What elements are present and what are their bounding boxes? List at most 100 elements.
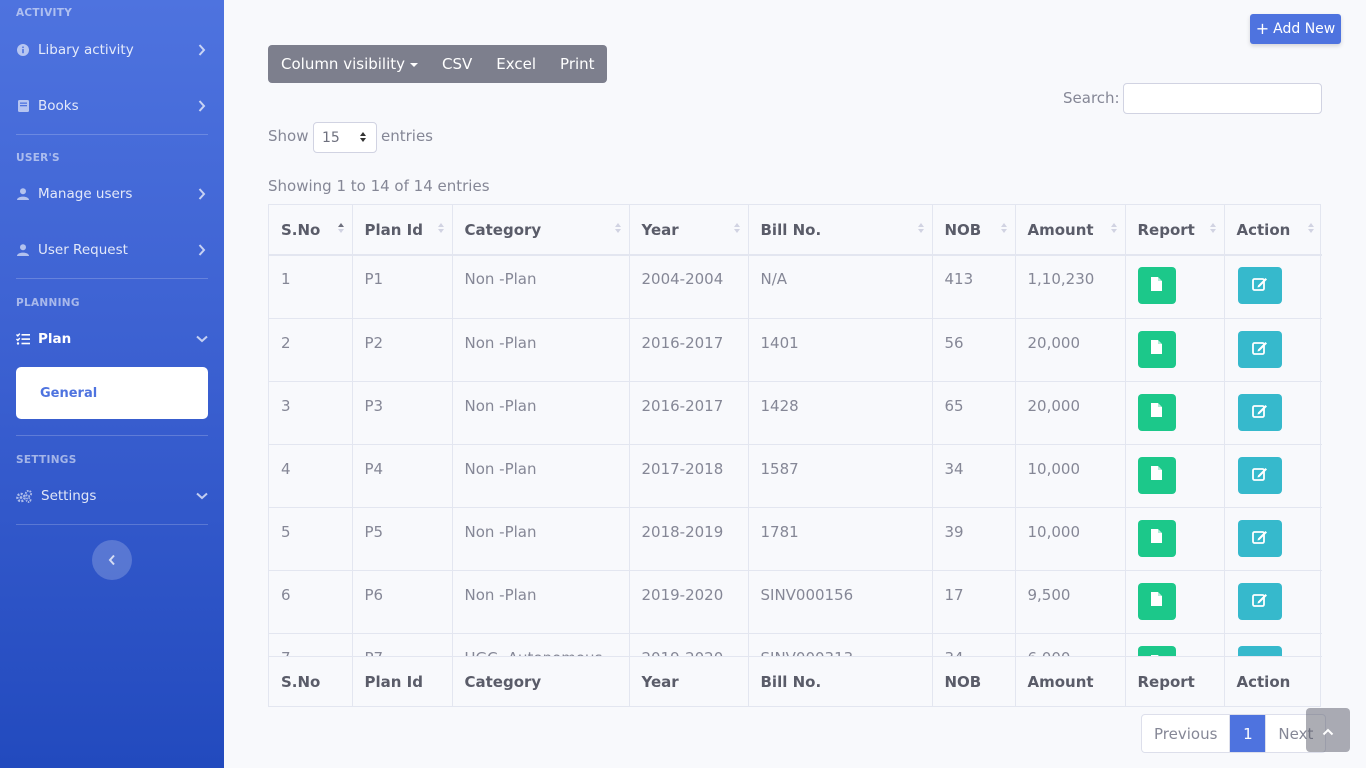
sidebar-heading-settings: SETTINGS: [16, 454, 77, 466]
table-row: 3 P3 Non -Plan 2016-2017 1428 65 20,000: [269, 381, 1322, 445]
edit-icon: [1251, 592, 1268, 611]
cell-action: [1224, 381, 1322, 445]
sidebar-item-label: Manage users: [38, 186, 133, 202]
chevron-down-icon: [196, 333, 208, 345]
table-row: 5 P5 Non -Plan 2018-2019 1781 39 10,000: [269, 507, 1322, 571]
sidebar-item-library-activity[interactable]: Libary activity: [16, 38, 208, 62]
cell-sno: 3: [269, 381, 353, 445]
sidebar-subitem-general[interactable]: General: [16, 367, 208, 419]
cell-amount: 20,000: [1015, 381, 1126, 445]
report-button[interactable]: [1137, 456, 1176, 494]
entries-length-select[interactable]: 15: [313, 122, 377, 153]
chevron-down-icon: [196, 490, 208, 502]
cell-action: [1224, 255, 1322, 319]
column-header-nob[interactable]: NOB: [932, 205, 1016, 256]
edit-button[interactable]: [1237, 645, 1282, 656]
report-button[interactable]: [1137, 267, 1176, 304]
cell-year: 2019-2020: [629, 570, 749, 634]
edit-icon: [1251, 340, 1268, 359]
chevron-right-icon: [196, 44, 208, 56]
cell-bill-no: 1428: [748, 381, 933, 445]
table-row: 6 P6 Non -Plan 2019-2020 SINV000156 17 9,500: [269, 570, 1322, 634]
edit-icon: [1251, 403, 1268, 422]
sort-icon: [917, 223, 924, 233]
edit-button[interactable]: [1237, 393, 1282, 431]
chevron-left-icon: [108, 551, 116, 570]
file-icon: [1151, 340, 1162, 358]
sidebar-item-manage-users[interactable]: Manage users: [16, 182, 208, 206]
cell-amount: 20,000: [1015, 318, 1126, 382]
sidebar-item-user-request[interactable]: User Request: [16, 238, 208, 262]
report-button[interactable]: [1137, 330, 1176, 368]
scroll-to-top-button[interactable]: [1306, 708, 1350, 752]
column-header-sno[interactable]: S.No: [269, 205, 353, 256]
sidebar-item-label: User Request: [38, 242, 128, 258]
sidebar-item-settings[interactable]: Settings: [16, 484, 208, 508]
report-button[interactable]: [1137, 582, 1176, 620]
column-header-category[interactable]: Category: [452, 205, 630, 256]
print-button[interactable]: Print: [548, 45, 607, 83]
cell-category: Non -Plan: [452, 255, 630, 319]
sidebar-divider: [16, 134, 208, 135]
sidebar-toggle-button[interactable]: [92, 540, 132, 580]
cell-report: [1125, 444, 1225, 508]
column-header-action[interactable]: Action: [1224, 205, 1322, 256]
sidebar-item-label: Libary activity: [38, 42, 134, 58]
report-button[interactable]: [1137, 393, 1176, 431]
column-header-plan-id[interactable]: Plan Id: [352, 205, 453, 256]
table-body-scroll[interactable]: 1 P1 Non -Plan 2004-2004 N/A 413 1,10,230 2 P2 No…: [269, 255, 1322, 656]
cell-nob: 65: [932, 381, 1016, 445]
edit-button[interactable]: [1237, 330, 1282, 368]
sidebar-item-plan[interactable]: Plan: [16, 327, 208, 351]
column-header-amount[interactable]: Amount: [1015, 205, 1126, 256]
select-arrows-icon: [360, 132, 366, 142]
report-button[interactable]: [1137, 519, 1176, 557]
sidebar-divider: [16, 524, 208, 525]
cell-year: 2016-2017: [629, 381, 749, 445]
csv-button[interactable]: CSV: [430, 45, 484, 83]
add-new-label: Add New: [1273, 21, 1336, 37]
edit-icon: [1251, 466, 1268, 485]
table-row: 1 P1 Non -Plan 2004-2004 N/A 413 1,10,230: [269, 255, 1322, 319]
chevron-right-icon: [196, 188, 208, 200]
table-header: S.No Plan Id Category Year Bill No. NOB …: [269, 205, 1322, 256]
edit-button[interactable]: [1237, 582, 1282, 620]
file-icon: [1151, 403, 1162, 421]
file-icon: [1151, 592, 1162, 610]
cell-year: 2018-2019: [629, 507, 749, 571]
report-button[interactable]: [1137, 645, 1176, 656]
sidebar-divider: [16, 435, 208, 436]
column-header-bill-no[interactable]: Bill No.: [748, 205, 933, 256]
edit-button[interactable]: [1237, 456, 1282, 494]
sidebar-item-books[interactable]: Books: [16, 94, 208, 118]
edit-button[interactable]: [1237, 519, 1282, 557]
edit-button[interactable]: [1237, 267, 1282, 304]
column-visibility-button[interactable]: Column visibility: [268, 45, 430, 83]
cell-report: [1125, 570, 1225, 634]
column-header-report[interactable]: Report: [1125, 205, 1225, 256]
sidebar: ACTIVITY Libary activity Books USER'S Ma…: [0, 0, 224, 768]
sort-asc-icon: [337, 223, 344, 233]
cell-report: [1125, 381, 1225, 445]
book-icon: [16, 99, 30, 113]
cell-action: [1224, 444, 1322, 508]
cell-year: 2004-2004: [629, 255, 749, 319]
table-body: 1 P1 Non -Plan 2004-2004 N/A 413 1,10,230 2 P2 No…: [269, 255, 1322, 656]
edit-icon: [1251, 276, 1268, 295]
page-1-button[interactable]: 1: [1229, 715, 1266, 752]
chevron-up-icon: [1322, 721, 1334, 740]
footer-header-report: Report: [1125, 657, 1225, 707]
add-new-button[interactable]: + Add New: [1250, 14, 1341, 44]
search-input[interactable]: [1123, 83, 1322, 114]
previous-page-button[interactable]: Previous: [1142, 715, 1229, 752]
cell-plan-id: P4: [352, 444, 453, 508]
sidebar-heading-planning: PLANNING: [16, 297, 80, 309]
cell-amount: 1,10,230: [1015, 255, 1126, 319]
footer-header-sno: S.No: [269, 657, 353, 707]
cell-amount: 10,000: [1015, 444, 1126, 508]
table-row: 2 P2 Non -Plan 2016-2017 1401 56 20,000: [269, 318, 1322, 382]
sort-icon: [614, 223, 621, 233]
edit-icon: [1251, 529, 1268, 548]
column-header-year[interactable]: Year: [629, 205, 749, 256]
excel-button[interactable]: Excel: [484, 45, 548, 83]
